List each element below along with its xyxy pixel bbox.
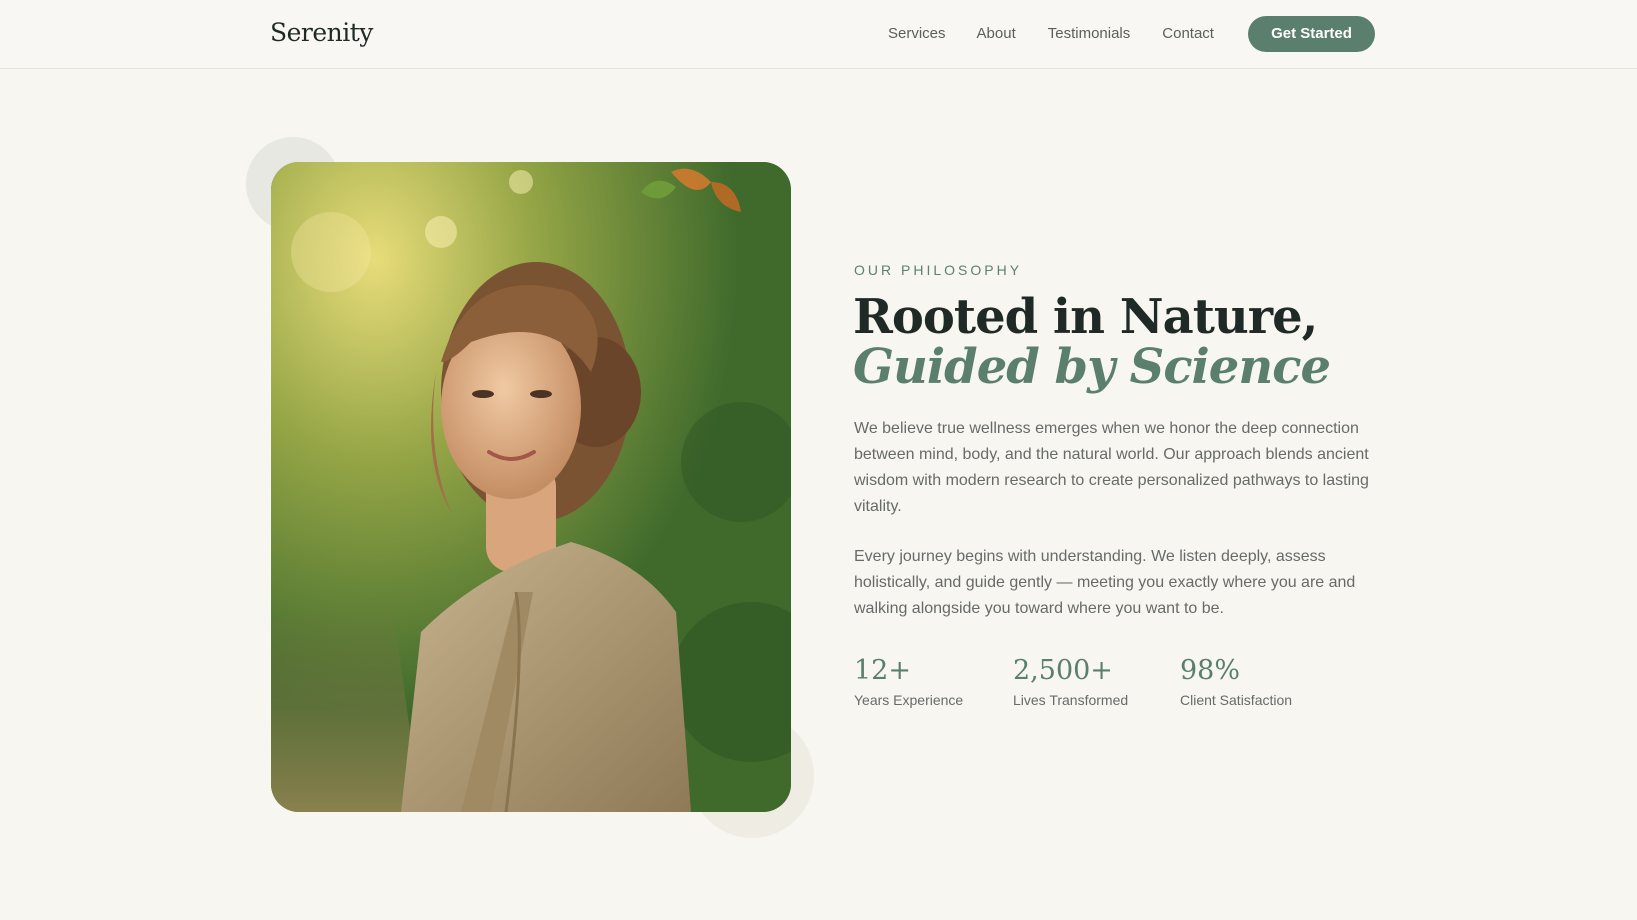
stat-years: 12+ Years Experience [854,654,963,708]
logo[interactable]: Serenity [270,18,373,47]
stat-value: 2,500+ [1013,655,1113,686]
nav-contact[interactable]: Contact [1162,25,1214,42]
stat-label: Years Experience [854,692,964,708]
stat-label: Client Satisfaction [1180,692,1293,708]
stat-satisfaction: 98% Client Satisfaction [1180,654,1292,708]
hero-headline: Rooted in Nature, Guided by Science [853,289,1331,395]
nav-services[interactable]: Services [888,25,946,42]
site-header: Serenity Services About Testimonials Con… [0,0,1637,69]
stat-value: 98% [1180,655,1241,686]
main-nav: Services About Testimonials Contact [888,25,1246,42]
philosophy-paragraph-1: We believe true wellness emerges when we… [854,420,1369,515]
section-eyebrow: OUR PHILOSOPHY [854,262,1023,278]
headline-line-2: Guided by Science [853,339,1331,395]
headline-line-1: Rooted in Nature, [853,289,1318,345]
portrait-photo-icon [271,162,791,812]
philosophy-paragraph-2: Every journey begins with understanding.… [854,548,1356,617]
hero-portrait-image [271,162,791,812]
stat-lives: 2,500+ Lives Transformed [1013,654,1128,708]
get-started-button[interactable]: Get Started [1248,16,1375,52]
stat-label: Lives Transformed [1013,692,1129,708]
stat-value: 12+ [854,655,911,686]
nav-about[interactable]: About [977,25,1016,42]
nav-testimonials[interactable]: Testimonials [1048,25,1131,42]
